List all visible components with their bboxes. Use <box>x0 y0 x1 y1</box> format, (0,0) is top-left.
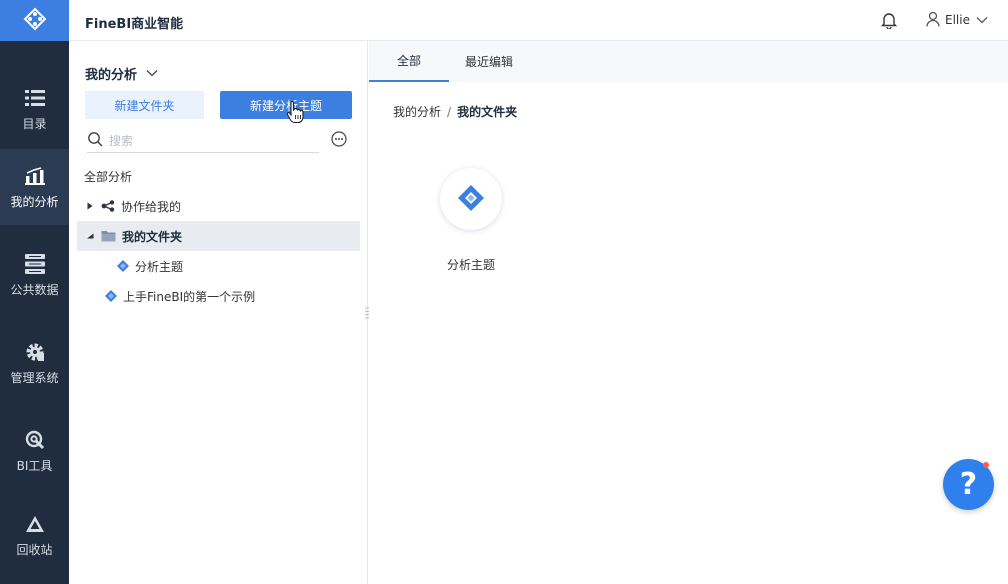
search-icon <box>87 131 103 150</box>
user-icon <box>926 11 940 30</box>
tab-recent-edit[interactable]: 最近编辑 <box>449 41 529 82</box>
gear-icon <box>24 341 46 363</box>
top-header: FineBI商业智能 Ellie <box>69 0 1008 41</box>
theme-icon <box>457 184 485 215</box>
recycle-icon <box>24 513 46 535</box>
side-nav: 目录 我的分析 公共数据 管理系统 BI工具 回收站 <box>0 0 69 584</box>
more-options-icon[interactable] <box>331 131 347 147</box>
share-icon <box>101 200 115 212</box>
database-icon <box>24 253 46 275</box>
new-folder-button[interactable]: 新建文件夹 <box>85 91 204 119</box>
expand-triangle-icon[interactable] <box>85 202 95 210</box>
analysis-panel: 我的分析 新建文件夹 新建分析主题 全部分析 协作给我的 我的文件 <box>69 41 369 584</box>
card-icon-circle <box>440 168 502 230</box>
tree-item-first-example[interactable]: 上手FineBI的第一个示例 <box>77 281 360 311</box>
tree-item-label: 分析主题 <box>135 259 184 274</box>
tree-item-my-folder[interactable]: 我的文件夹 <box>77 221 360 251</box>
panel-title-dropdown[interactable]: 我的分析 <box>85 64 158 83</box>
nav-label: 回收站 <box>16 543 53 557</box>
user-menu[interactable]: Ellie <box>926 11 988 29</box>
nav-item-catalog[interactable]: 目录 <box>0 71 69 147</box>
analysis-theme-card[interactable]: 分析主题 <box>435 167 507 277</box>
main-content: 全部 最近编辑 我的分析 / 我的文件夹 分析主题 <box>369 41 1008 584</box>
nav-label: 我的分析 <box>10 195 59 209</box>
search-input[interactable] <box>109 133 309 148</box>
theme-icon <box>105 290 117 302</box>
tree-item-label: 协作给我的 <box>121 199 182 214</box>
chevron-down-icon <box>146 66 158 81</box>
breadcrumb-parent[interactable]: 我的分析 <box>393 103 441 120</box>
tab-bar: 全部 最近编辑 <box>369 41 1008 82</box>
tree-item-label: 上手FineBI的第一个示例 <box>123 289 256 304</box>
hand-cursor-icon <box>286 100 304 124</box>
chevron-down-icon <box>976 13 988 27</box>
nav-label: 管理系统 <box>10 371 59 385</box>
notification-dot <box>983 462 989 468</box>
list-icon <box>24 87 46 109</box>
folder-icon <box>101 230 116 242</box>
card-label: 分析主题 <box>446 258 495 272</box>
nav-item-management[interactable]: 管理系统 <box>0 325 69 401</box>
theme-icon <box>117 260 129 272</box>
breadcrumb: 我的分析 / 我的文件夹 <box>393 103 517 120</box>
breadcrumb-current: 我的文件夹 <box>457 105 518 119</box>
nav-item-bi-tools[interactable]: BI工具 <box>0 413 69 489</box>
breadcrumb-separator: / <box>447 104 452 119</box>
tab-all[interactable]: 全部 <box>369 41 449 82</box>
tree-item-shared-with-me[interactable]: 协作给我的 <box>77 191 360 221</box>
analysis-chart-icon <box>24 165 46 187</box>
tree-root-all-analysis[interactable]: 全部分析 <box>84 168 132 185</box>
nav-label: 目录 <box>22 117 47 131</box>
nav-label: 公共数据 <box>10 283 59 297</box>
bell-icon[interactable] <box>880 11 898 30</box>
tree-item-label: 我的文件夹 <box>122 229 183 244</box>
nav-label: BI工具 <box>16 459 53 473</box>
search-box <box>87 129 319 153</box>
app-logo[interactable] <box>0 0 69 41</box>
collapse-triangle-icon[interactable] <box>85 233 95 239</box>
tree-item-analysis-theme[interactable]: 分析主题 <box>77 251 360 281</box>
nav-item-recycle-bin[interactable]: 回收站 <box>0 497 69 573</box>
user-name: Ellie <box>945 13 970 27</box>
nav-item-my-analysis[interactable]: 我的分析 <box>0 149 69 225</box>
tool-icon <box>24 429 46 451</box>
logo-icon <box>23 7 47 34</box>
app-title: FineBI商业智能 <box>85 17 184 32</box>
panel-title: 我的分析 <box>85 68 138 83</box>
nav-item-public-data[interactable]: 公共数据 <box>0 237 69 313</box>
